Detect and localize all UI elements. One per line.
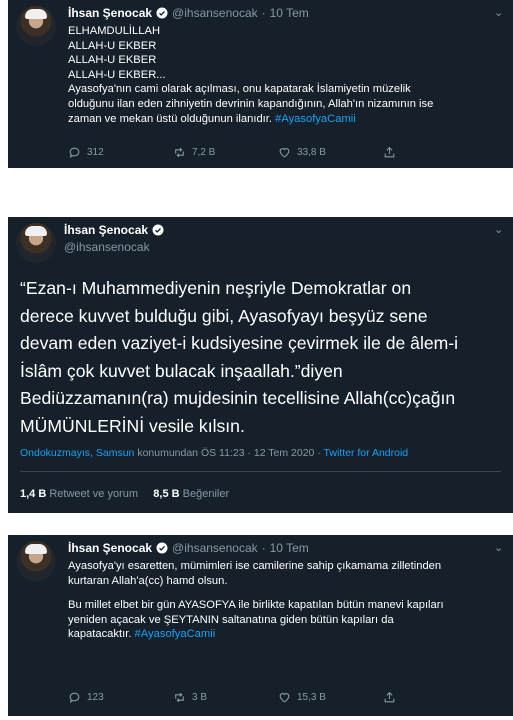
- tweet-meta: Ondokuzmayıs, Samsun konumundan ÖS 11:23…: [20, 447, 408, 459]
- like-count: 15,3 B: [297, 692, 326, 703]
- like-stat[interactable]: 8,5 B Beğeniler: [153, 488, 229, 500]
- tweet-text: “Ezan-ı Muhammediyenin neşriyle Demokrat…: [20, 275, 458, 440]
- tweet-card-3[interactable]: İhsan Şenocak @ihsansenocak · 10 Tem ⌄ A…: [8, 535, 513, 716]
- retweet-stat[interactable]: 1,4 B Retweet ve yorum: [20, 488, 138, 500]
- like-button[interactable]: 33,8 B: [278, 146, 383, 159]
- reply-button[interactable]: 123: [68, 691, 173, 704]
- tweet-line: yeniden açacak ve ŞEYTANIN saltanatına g…: [68, 613, 394, 626]
- retweet-icon: [175, 147, 184, 158]
- chevron-down-icon[interactable]: ⌄: [494, 541, 503, 554]
- author-name[interactable]: İhsan Şenocak: [68, 541, 152, 555]
- verified-badge-icon: [152, 224, 164, 236]
- avatar[interactable]: [16, 541, 56, 581]
- tweet-line: MÜMÜNLERİNİ vesile kılsın.: [20, 415, 245, 436]
- tweet-line: ALLAH-U EKBER: [68, 54, 157, 67]
- reply-icon: [69, 692, 80, 703]
- timestamp[interactable]: konumundan ÖS 11:23 · 12 Tem 2020 ·: [137, 447, 320, 459]
- avatar[interactable]: [16, 223, 56, 263]
- retweet-count: 3 B: [192, 692, 208, 703]
- author-name[interactable]: İhsan Şenocak: [64, 223, 148, 237]
- tweet-line: zaman ve mekan üstü olduğunun ilanıdır.: [68, 112, 272, 125]
- share-icon: [384, 691, 395, 703]
- divider: [20, 471, 501, 472]
- author-name[interactable]: İhsan Şenocak: [68, 6, 152, 20]
- tweet-line: ALLAH-U EKBER...: [68, 68, 166, 81]
- tweet-text: Ayasofya'yı esaretten, mümimleri ise cam…: [68, 559, 444, 642]
- tweet-line: Ayasofya'nın cami olarak açılması, onu k…: [68, 83, 411, 96]
- author-handle[interactable]: @ihsansenocak: [172, 6, 258, 20]
- chevron-down-icon[interactable]: ⌄: [494, 6, 503, 19]
- retweet-stat-label: Retweet ve yorum: [49, 488, 139, 500]
- heart-icon: [279, 148, 290, 158]
- tweet-line: kapatacaktır.: [68, 628, 132, 641]
- share-icon: [384, 146, 395, 158]
- tweet-date[interactable]: 10 Tem: [270, 6, 309, 20]
- tweet-line: “Ezan-ı Muhammediyenin neşriyle Demokrat…: [20, 278, 412, 298]
- like-button[interactable]: 15,3 B: [278, 691, 383, 704]
- author-handle[interactable]: @ihsansenocak: [172, 541, 258, 555]
- reply-count: 312: [87, 147, 104, 158]
- tweet-line: İslâm çok kuvvet bulacak inşaallah.”diye…: [20, 360, 343, 381]
- reply-count: 123: [87, 692, 104, 703]
- tweet-stats: 1,4 B Retweet ve yorum 8,5 B Beğeniler: [20, 488, 229, 500]
- share-button[interactable]: [383, 691, 396, 704]
- hashtag-link[interactable]: #AyasofyaCamii: [135, 628, 216, 640]
- tweet-line: olduğunu ilan eden zihniyetin devrinin k…: [68, 97, 434, 110]
- verified-badge-icon: [156, 542, 168, 554]
- hashtag-link[interactable]: #AyasofyaCamii: [275, 113, 356, 125]
- like-stat-count: 8,5 B: [153, 488, 180, 500]
- like-stat-label: Beğeniler: [182, 488, 230, 500]
- share-button[interactable]: [383, 146, 396, 159]
- separator-dot: ·: [261, 6, 266, 20]
- tweet-date[interactable]: 10 Tem: [270, 541, 309, 555]
- tweet-line: kurtaran Allah'a(cc) hamd olsun.: [68, 574, 228, 587]
- retweet-stat-count: 1,4 B: [20, 488, 47, 500]
- heart-icon: [279, 693, 290, 703]
- reply-button[interactable]: 312: [68, 146, 173, 159]
- tweet-line: ALLAH-U EKBER: [68, 39, 157, 52]
- tweet-line: devam eden vaziyet-i kudsiyesine çevirme…: [20, 333, 459, 353]
- retweet-button[interactable]: 3 B: [173, 691, 278, 704]
- verified-badge-icon: [156, 7, 168, 19]
- author-handle[interactable]: @ihsansenocak: [64, 240, 150, 254]
- tweet-line: Bu millet elbet bir gün AYASOFYA ile bir…: [68, 599, 444, 612]
- avatar[interactable]: [16, 6, 56, 46]
- retweet-count: 7,2 B: [192, 147, 216, 158]
- tweet-line: Bediüzzamanın(ra) mujdesinin tecellisine…: [20, 388, 456, 408]
- tweet-line: derece kuvvet bulduğu gibi, Ayasofyayı b…: [20, 305, 428, 326]
- retweet-icon: [175, 692, 184, 703]
- tweet-line: Ayasofya'yı esaretten, mümimleri ise cam…: [68, 560, 442, 572]
- tweet-card-2[interactable]: İhsan Şenocak @ihsansenocak ⌄ “Ezan-ı Mu…: [8, 217, 513, 513]
- tweet-line: ELHAMDULİLLAH: [68, 25, 161, 37]
- separator-dot: ·: [261, 541, 266, 555]
- tweet-card-1[interactable]: İhsan Şenocak @ihsansenocak · 10 Tem ⌄ E…: [8, 0, 513, 168]
- location-link[interactable]: Ondokuzmayıs, Samsun: [20, 447, 134, 459]
- source-link[interactable]: Twitter for Android: [324, 447, 409, 459]
- retweet-button[interactable]: 7,2 B: [173, 146, 278, 159]
- tweet-text: ELHAMDULİLLAH ALLAH-U EKBER ALLAH-U EKBE…: [68, 24, 433, 126]
- reply-icon: [69, 147, 80, 158]
- like-count: 33,8 B: [297, 147, 326, 158]
- chevron-down-icon[interactable]: ⌄: [494, 223, 503, 236]
